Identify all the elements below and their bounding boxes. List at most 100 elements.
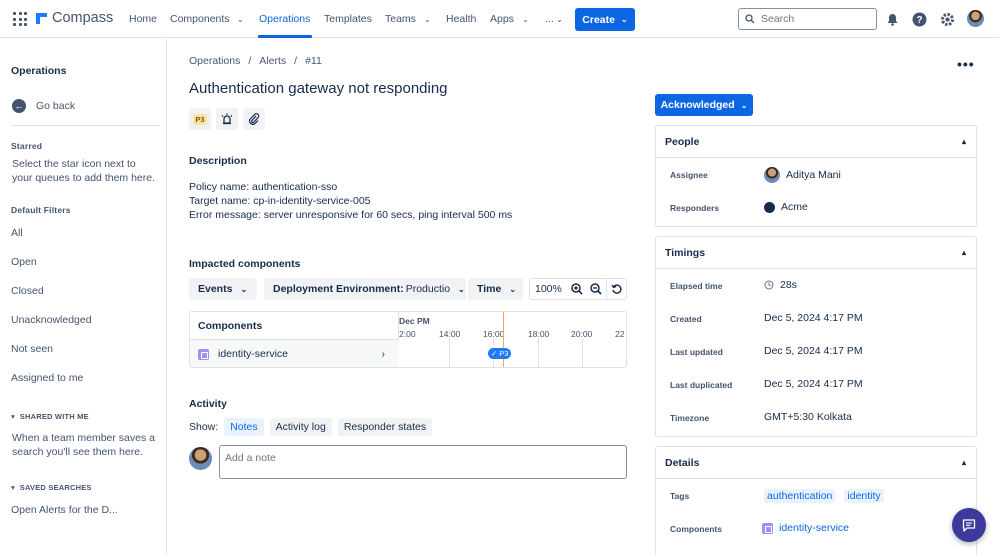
nav-apps[interactable]: Apps xyxy=(490,13,514,25)
timeline-tick: 2:00 xyxy=(399,329,416,339)
avatar xyxy=(764,167,780,183)
compass-logo[interactable]: Compass xyxy=(36,10,113,26)
created-label: Created xyxy=(670,314,702,324)
nav-operations[interactable]: Operations xyxy=(259,13,310,25)
deployment-environment-filter[interactable]: Deployment Environment: Productio ⌄ xyxy=(264,278,466,300)
app-switcher-icon[interactable] xyxy=(13,12,27,26)
search-icon xyxy=(745,14,755,24)
activity-filter-row: Show: Notes Activity log Responder state… xyxy=(189,418,433,436)
breadcrumb-operations[interactable]: Operations xyxy=(189,55,240,67)
shared-with-me-toggle[interactable]: ▾ SHARED WITH ME xyxy=(11,412,89,421)
sidebar-item-not-seen[interactable]: Not seen xyxy=(11,343,53,355)
priority-button[interactable]: P3 xyxy=(189,108,211,130)
chevron-down-icon[interactable]: ⌄ xyxy=(556,15,563,24)
people-card-header[interactable]: People ▴ xyxy=(656,126,976,158)
timings-card-header[interactable]: Timings ▴ xyxy=(656,237,976,269)
chevron-right-icon[interactable]: › xyxy=(382,349,385,360)
chevron-down-icon: ⌄ xyxy=(240,284,248,294)
zoom-level: 100% xyxy=(535,283,562,295)
components-value[interactable]: identity-service xyxy=(762,522,849,534)
sidebar-item-closed[interactable]: Closed xyxy=(11,285,44,297)
arrow-left-icon: ← xyxy=(12,99,26,113)
chevron-down-icon[interactable]: ⌄ xyxy=(237,15,244,24)
tag[interactable]: identity xyxy=(844,489,884,503)
notifications-icon[interactable] xyxy=(884,11,900,27)
last-duplicated-label: Last duplicated xyxy=(670,380,733,390)
alert-marker[interactable]: ✓ P3 xyxy=(488,348,512,359)
sidebar-item-open[interactable]: Open xyxy=(11,256,37,268)
help-icon[interactable]: ? xyxy=(911,11,927,27)
reset-zoom-icon[interactable] xyxy=(606,279,626,299)
tag[interactable]: authentication xyxy=(764,489,836,503)
nav-templates[interactable]: Templates xyxy=(324,13,372,25)
description-line: Error message: server unresponsive for 6… xyxy=(189,209,513,221)
responders-label: Responders xyxy=(670,203,720,213)
breadcrumb-alert-id[interactable]: #11 xyxy=(305,55,322,67)
status-button[interactable]: Acknowledged ⌄ xyxy=(655,94,753,116)
sidebar-title: Operations xyxy=(11,65,67,77)
chevron-down-icon[interactable]: ⌄ xyxy=(424,15,431,24)
saved-searches-toggle[interactable]: ▾ SAVED SEARCHES xyxy=(11,483,92,492)
add-note-input[interactable] xyxy=(219,445,627,479)
search-input[interactable] xyxy=(761,13,871,25)
responders-value[interactable]: Acme xyxy=(764,201,808,213)
create-button-label: Create xyxy=(582,13,615,26)
component-link: identity-service xyxy=(779,522,850,534)
nav-components[interactable]: Components xyxy=(170,13,230,25)
last-updated-row: Last updated Dec 5, 2024 4:17 PM xyxy=(656,335,976,368)
component-icon xyxy=(762,522,773,534)
shared-help-text: When a team member saves a search you'll… xyxy=(12,432,155,458)
show-label: Show: xyxy=(189,421,219,433)
avatar xyxy=(189,447,212,470)
nav-more[interactable]: ... xyxy=(545,13,554,25)
responder-alert-button[interactable] xyxy=(216,108,238,130)
chat-button[interactable] xyxy=(952,508,986,542)
timeline-row[interactable]: identity-service › xyxy=(190,339,399,367)
go-back-link[interactable]: ← Go back xyxy=(12,99,75,113)
timeline-gridline xyxy=(538,339,539,367)
last-updated-label: Last updated xyxy=(670,347,723,357)
last-updated-value: Dec 5, 2024 4:17 PM xyxy=(764,345,863,357)
tab-activity-log[interactable]: Activity log xyxy=(269,418,332,436)
user-avatar[interactable] xyxy=(967,10,984,27)
chevron-down-icon: ⌄ xyxy=(620,15,628,24)
timings-card: Timings ▴ Elapsed time 28s Created Dec 5… xyxy=(655,236,977,437)
created-value: Dec 5, 2024 4:17 PM xyxy=(764,312,863,324)
nav-teams[interactable]: Teams xyxy=(385,13,416,25)
breadcrumb-alerts[interactable]: Alerts xyxy=(259,55,286,67)
starred-heading: Starred xyxy=(11,141,43,151)
events-filter[interactable]: Events ⌄ xyxy=(189,278,257,300)
time-filter[interactable]: Time ⌄ xyxy=(468,278,523,300)
nav-home[interactable]: Home xyxy=(129,13,157,25)
sidebar-item-assigned-to-me[interactable]: Assigned to me xyxy=(11,372,83,384)
details-card-header[interactable]: Details ▴ xyxy=(656,447,976,479)
timeline-tick: 20:00 xyxy=(571,329,593,339)
chevron-down-icon: ▾ xyxy=(11,412,15,421)
tab-responder-states[interactable]: Responder states xyxy=(337,418,433,436)
description-line: Policy name: authentication-sso xyxy=(189,181,338,193)
timeline-chart: Dec PM 2:00 14:00 16:00 18:00 20:00 22 ✓… xyxy=(399,312,626,367)
clock-icon xyxy=(764,280,774,290)
more-actions-icon[interactable]: ••• xyxy=(957,56,975,72)
settings-icon[interactable] xyxy=(939,11,955,27)
components-row: Components identity-service xyxy=(656,512,976,545)
chevron-down-icon[interactable]: ⌄ xyxy=(522,15,529,24)
last-duplicated-value: Dec 5, 2024 4:17 PM xyxy=(764,378,863,390)
attachment-button[interactable] xyxy=(243,108,265,130)
zoom-in-icon[interactable] xyxy=(567,279,587,299)
sidebar-item-unacknowledged[interactable]: Unacknowledged xyxy=(11,314,92,326)
assignee-value[interactable]: Aditya Mani xyxy=(764,167,841,183)
zoom-out-icon[interactable] xyxy=(587,279,607,299)
tab-notes[interactable]: Notes xyxy=(224,418,264,436)
search-box[interactable] xyxy=(738,8,877,30)
breadcrumb-separator: / xyxy=(294,55,298,67)
chat-icon xyxy=(962,518,976,532)
sidebar-item-all[interactable]: All xyxy=(11,227,23,239)
saved-search-item[interactable]: Open Alerts for the D... xyxy=(11,504,118,516)
timings-heading: Timings xyxy=(665,246,706,259)
create-button[interactable]: Create ⌄ xyxy=(575,8,635,31)
elapsed-time-label: Elapsed time xyxy=(670,281,723,291)
starred-help-text: Select the star icon next to your queues… xyxy=(12,158,156,184)
nav-health[interactable]: Health xyxy=(446,13,476,25)
alarm-light-icon xyxy=(221,113,233,125)
